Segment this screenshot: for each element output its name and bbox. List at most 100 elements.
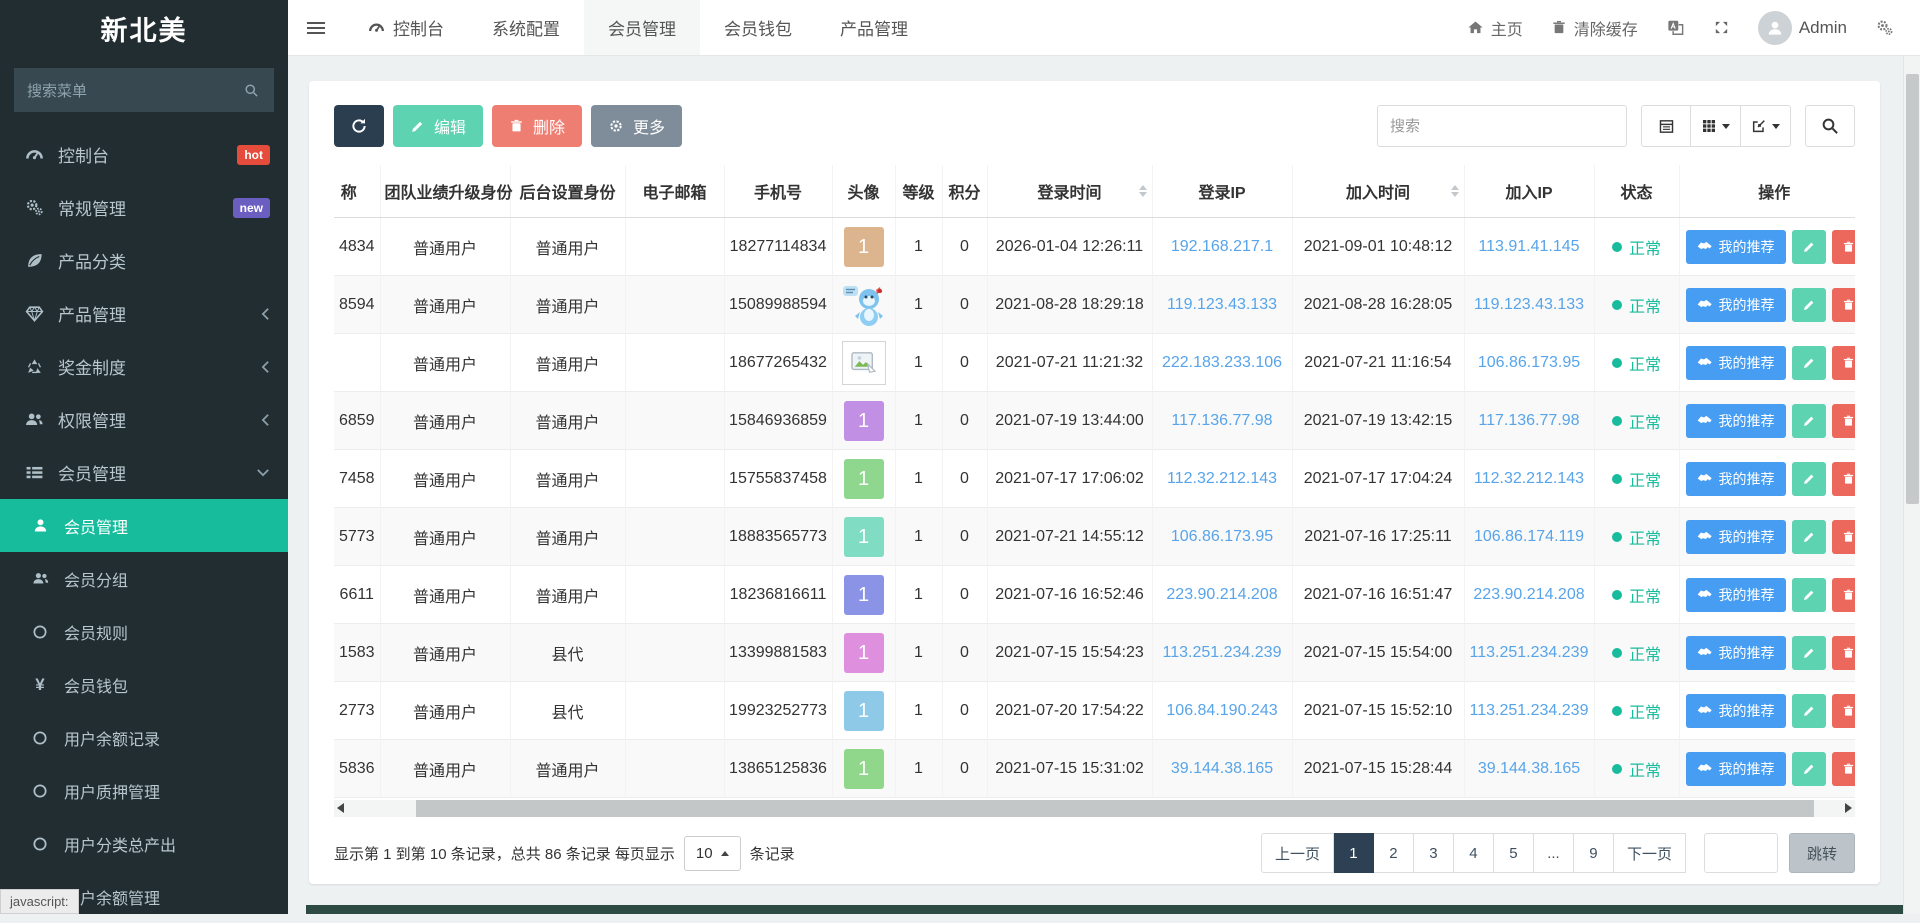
table-row[interactable]: 6611 普通用户 普通用户 18236816611 1 1 0 2021-07… [334,566,1855,624]
sidebar-item-dashboard[interactable]: 控制台 hot [0,128,288,181]
row-delete-button[interactable] [1832,288,1856,322]
detail-view-button[interactable] [1641,105,1691,147]
sort-icon[interactable] [1139,185,1147,197]
join-ip-link[interactable]: 223.90.214.208 [1473,586,1584,603]
login-ip-link[interactable]: 223.90.214.208 [1166,586,1277,603]
language-button[interactable] [1666,18,1685,37]
table-row[interactable]: 5773 普通用户 普通用户 18883565773 1 1 0 2021-07… [334,508,1855,566]
delete-button[interactable]: 删除 [492,105,582,147]
vertical-scrollbar[interactable] [1903,56,1920,914]
join-ip-link[interactable]: 113.251.234.239 [1470,644,1589,661]
prev-page-button[interactable]: 上一页 [1261,833,1334,873]
sidebar-subitem-member-manage[interactable]: 会员管理 [0,499,288,552]
fullscreen-button[interactable] [1713,19,1730,36]
page-button-5[interactable]: 5 [1494,833,1534,873]
menu-toggle-button[interactable] [288,0,344,55]
refresh-button[interactable] [334,105,384,147]
my-referrals-button[interactable]: 我的推荐 [1686,404,1786,438]
vertical-scrollbar-thumb[interactable] [1906,74,1919,504]
table-row[interactable]: 5836 普通用户 普通用户 13865125836 1 1 0 2021-07… [334,740,1855,798]
sidebar-item-product-category[interactable]: 产品分类 [0,234,288,287]
join-ip-link[interactable]: 119.123.43.133 [1474,296,1584,313]
table-row[interactable]: 7458 普通用户 普通用户 15755837458 1 1 0 2021-07… [334,450,1855,508]
table-row[interactable]: 6859 普通用户 普通用户 15846936859 1 1 0 2021-07… [334,392,1855,450]
row-edit-button[interactable] [1792,520,1826,554]
export-button[interactable] [1741,105,1791,147]
login-ip-link[interactable]: 39.144.38.165 [1171,760,1273,777]
join-ip-link[interactable]: 106.86.173.95 [1478,354,1580,371]
row-delete-button[interactable] [1832,346,1856,380]
login-ip-link[interactable]: 106.86.173.95 [1171,528,1273,545]
row-edit-button[interactable] [1792,230,1826,264]
login-ip-link[interactable]: 117.136.77.98 [1171,412,1272,429]
more-button[interactable]: 更多 [591,105,682,147]
col-login-time[interactable]: 登录时间 [987,165,1152,218]
tab-dashboard[interactable]: 控制台 [344,0,468,55]
my-referrals-button[interactable]: 我的推荐 [1686,520,1786,554]
table-row[interactable]: 1583 普通用户 县代 13399881583 1 1 0 2021-07-1… [334,624,1855,682]
my-referrals-button[interactable]: 我的推荐 [1686,462,1786,496]
row-edit-button[interactable] [1792,694,1826,728]
row-edit-button[interactable] [1792,636,1826,670]
row-delete-button[interactable] [1832,462,1856,496]
page-button-9[interactable]: 9 [1574,833,1614,873]
sidebar-item-members[interactable]: 会员管理 [0,446,288,499]
my-referrals-button[interactable]: 我的推荐 [1686,288,1786,322]
join-ip-link[interactable]: 113.251.234.239 [1470,702,1589,719]
next-page-button[interactable]: 下一页 [1614,833,1686,873]
join-ip-link[interactable]: 39.144.38.165 [1478,760,1580,777]
row-delete-button[interactable] [1832,752,1856,786]
join-ip-link[interactable]: 106.86.174.119 [1474,528,1584,545]
my-referrals-button[interactable]: 我的推荐 [1686,752,1786,786]
col-actions[interactable]: 操作 [1679,165,1855,218]
login-ip-link[interactable]: 113.251.234.239 [1163,644,1282,661]
my-referrals-button[interactable]: 我的推荐 [1686,636,1786,670]
tab-member-wallet[interactable]: 会员钱包 [700,0,816,55]
row-edit-button[interactable] [1792,578,1826,612]
sidebar-subitem-member-groups[interactable]: 会员分组 [0,552,288,605]
horizontal-scrollbar-thumb[interactable] [416,800,1814,817]
row-delete-button[interactable] [1832,694,1856,728]
columns-button[interactable] [1691,105,1741,147]
my-referrals-button[interactable]: 我的推荐 [1686,230,1786,264]
row-edit-button[interactable] [1792,346,1826,380]
my-referrals-button[interactable]: 我的推荐 [1686,694,1786,728]
jump-button[interactable]: 跳转 [1789,833,1855,873]
row-edit-button[interactable] [1792,404,1826,438]
page-button-3[interactable]: 3 [1414,833,1454,873]
my-referrals-button[interactable]: 我的推荐 [1686,346,1786,380]
col-login-ip[interactable]: 登录IP [1152,165,1292,218]
scroll-right-arrow-icon[interactable] [1845,803,1852,813]
col-points[interactable]: 积分 [942,165,987,218]
horizontal-scrollbar[interactable] [334,800,1855,817]
row-delete-button[interactable] [1832,520,1856,554]
jump-page-input[interactable] [1704,833,1778,873]
sidebar-subitem-category-output[interactable]: 用户分类总产出 [0,817,288,870]
table-row[interactable]: 普通用户 普通用户 18677265432 1 0 2021-07-21 11:… [334,334,1855,392]
user-menu[interactable]: Admin [1758,11,1847,45]
sidebar-item-permissions[interactable]: 权限管理 [0,393,288,446]
sidebar-subitem-pledge-manage[interactable]: 用户质押管理 [0,764,288,817]
join-ip-link[interactable]: 112.32.212.143 [1474,470,1584,487]
table-search-input[interactable] [1377,105,1627,147]
row-edit-button[interactable] [1792,462,1826,496]
row-delete-button[interactable] [1832,636,1856,670]
sidebar-search-input[interactable]: 搜索菜单 [14,68,274,112]
my-referrals-button[interactable]: 我的推荐 [1686,578,1786,612]
col-join-time[interactable]: 加入时间 [1292,165,1464,218]
join-ip-link[interactable]: 117.136.77.98 [1478,412,1579,429]
sidebar-item-general[interactable]: 常规管理 new [0,181,288,234]
join-ip-link[interactable]: 113.91.41.145 [1478,238,1579,255]
col-admin-role[interactable]: 后台设置身份 [510,165,625,218]
page-ellipsis[interactable]: ... [1534,833,1574,873]
tab-system-config[interactable]: 系统配置 [468,0,584,55]
row-delete-button[interactable] [1832,404,1856,438]
page-size-select[interactable]: 10 [684,836,741,871]
col-email[interactable]: 电子邮箱 [625,165,724,218]
login-ip-link[interactable]: 192.168.217.1 [1171,238,1273,255]
col-status[interactable]: 状态 [1594,165,1679,218]
sidebar-subitem-member-wallet[interactable]: ¥ 会员钱包 [0,658,288,711]
table-row[interactable]: 2773 普通用户 县代 19923252773 1 1 0 2021-07-2… [334,682,1855,740]
settings-button[interactable] [1875,18,1894,37]
login-ip-link[interactable]: 119.123.43.133 [1167,296,1277,313]
